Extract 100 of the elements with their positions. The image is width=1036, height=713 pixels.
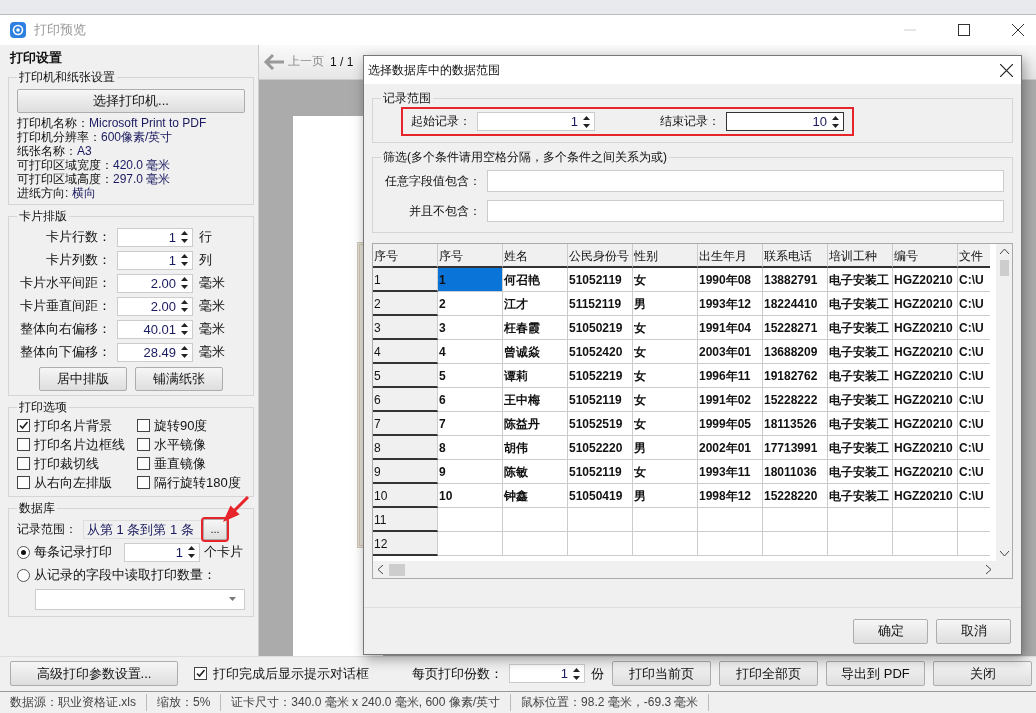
table-cell: HGZ20210 [893,292,958,316]
table-cell: 女 [633,388,698,412]
table-cell: 1991年04 [698,316,763,340]
checkbox-label: 打印名片边框线 [34,435,125,454]
close-icon[interactable] [1000,63,1013,77]
checkbox[interactable] [194,667,207,681]
spin-field[interactable]: 1 [124,542,200,562]
dropdown-caret-icon[interactable] [229,597,236,602]
row-header[interactable]: 10 [373,484,438,508]
checkbox[interactable] [17,419,30,433]
spin-field[interactable]: 1 [509,664,585,684]
column-header[interactable]: 编号 [893,244,958,268]
layout-button[interactable]: 铺满纸张 [135,366,223,391]
row-header[interactable]: 7 [373,412,438,436]
table-cell: 电子安装工 [828,292,893,316]
spin-arrows-icon[interactable] [573,667,580,680]
checkbox[interactable] [17,438,30,452]
dialog-button[interactable]: 确定 [853,618,928,644]
scroll-left-icon[interactable] [377,565,383,574]
row-header[interactable]: 9 [373,460,438,484]
row-header[interactable]: 4 [373,340,438,364]
scroll-thumb[interactable] [389,563,405,576]
column-header[interactable]: 联系电话 [763,244,828,268]
scroll-down-icon[interactable] [999,551,1009,557]
row-header[interactable]: 2 [373,292,438,316]
browse-button[interactable]: ... [203,518,227,540]
checkbox[interactable] [137,419,150,433]
spin-field[interactable]: 10 [726,112,844,131]
dropdown-field[interactable] [35,588,245,610]
layout-button[interactable]: 居中排版 [39,366,127,391]
vertical-scrollbar[interactable] [996,244,1012,561]
horizontal-scrollbar[interactable] [373,561,1012,578]
column-header[interactable]: 培训工种 [828,244,893,268]
checkbox[interactable] [137,438,150,452]
spin-field[interactable]: 40.01 [117,319,193,339]
spin-field[interactable]: 2.00 [117,273,193,293]
table-cell: 51052119 [568,268,633,292]
table-cell: 女 [633,268,698,292]
table-cell: C:\U [958,460,990,484]
action-button[interactable]: 打印全部页 [719,661,818,687]
advanced-settings-button[interactable]: 高级打印参数设置... [10,661,178,687]
column-header[interactable]: 序号 [438,244,503,268]
input-field[interactable] [487,170,1004,192]
checkbox[interactable] [137,476,150,490]
action-button[interactable]: 关闭 [933,661,1032,687]
spin-field[interactable]: 28.49 [117,342,193,362]
row-header[interactable]: 6 [373,388,438,412]
spin-arrows-icon[interactable] [181,254,188,267]
dialog-button[interactable]: 取消 [936,618,1011,644]
action-button[interactable]: 打印当前页 [612,661,711,687]
checkbox[interactable] [17,476,30,490]
spin-arrows-icon[interactable] [188,546,195,559]
scroll-thumb[interactable] [999,260,1009,276]
scroll-right-icon[interactable] [986,565,992,574]
action-button[interactable]: 导出到 PDF [826,661,925,687]
row-header[interactable]: 8 [373,436,438,460]
spin-arrows-icon[interactable] [181,300,188,313]
spin-arrows-icon[interactable] [181,323,188,336]
table-cell: 何召艳 [503,268,568,292]
unit-label: 行 [199,228,212,247]
column-header[interactable]: 性别 [633,244,698,268]
row-header[interactable]: 12 [373,532,438,556]
maximize-icon[interactable] [958,23,970,36]
table-cell [828,508,893,532]
column-header[interactable]: 姓名 [503,244,568,268]
table-cell: 电子安装工 [828,364,893,388]
spin-arrows-icon[interactable] [181,346,188,359]
spin-arrows-icon[interactable] [583,115,590,128]
spin-field[interactable]: 1 [117,250,193,270]
checkbox[interactable] [17,457,30,471]
column-header[interactable]: 公民身份号 [568,244,633,268]
table-cell: 15228222 [763,388,828,412]
close-icon[interactable] [1012,23,1024,36]
radio-button[interactable] [17,568,30,582]
table-cell: 51052420 [568,340,633,364]
row-header[interactable]: 1 [373,268,438,292]
spin-arrows-icon[interactable] [181,277,188,290]
column-header[interactable]: 序号 [373,244,438,268]
select-printer-button[interactable]: 选择打印机... [17,88,245,113]
left-arrow-icon[interactable] [263,52,285,71]
field-label: 每页打印份数： [412,664,503,683]
row-header[interactable]: 11 [373,508,438,532]
table-cell: 7 [438,412,503,436]
column-header[interactable]: 文件 [958,244,990,268]
scroll-up-icon[interactable] [999,248,1009,254]
input-field[interactable] [487,200,1004,222]
spin-field[interactable]: 2.00 [117,296,193,316]
row-header[interactable]: 3 [373,316,438,340]
row-header[interactable]: 5 [373,364,438,388]
spin-field[interactable]: 1 [117,227,193,247]
spin-arrows-icon[interactable] [181,231,188,244]
table-cell: 电子安装工 [828,316,893,340]
spin-arrows-icon[interactable] [832,115,839,128]
spin-field[interactable]: 1 [477,112,595,131]
radio-button[interactable] [17,545,30,559]
checkbox[interactable] [137,457,150,471]
dialog-title: 选择数据库中的数据范围 [368,61,500,79]
table-cell [893,532,958,556]
column-header[interactable]: 出生年月 [698,244,763,268]
table-cell: 51052519 [568,412,633,436]
